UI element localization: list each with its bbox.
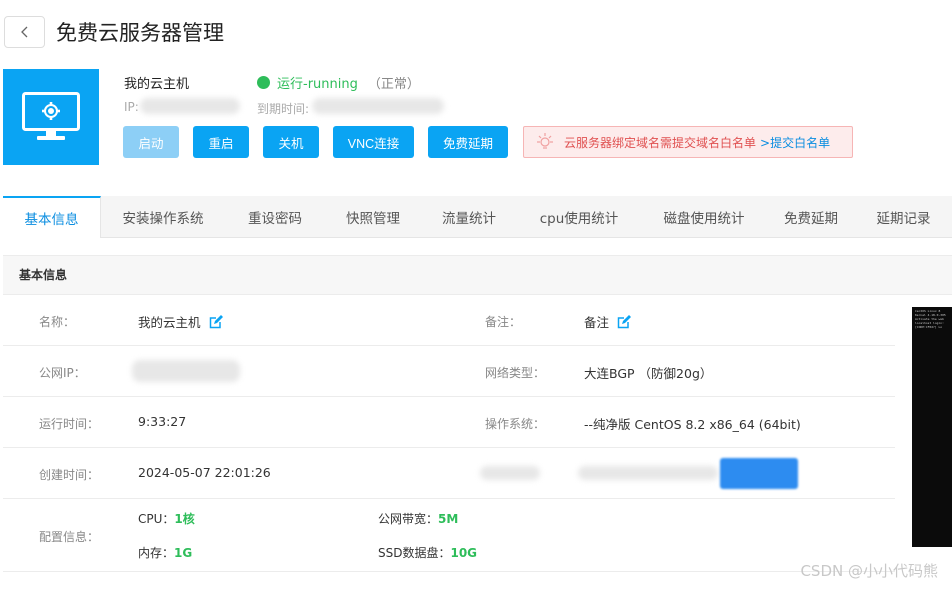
os-label: 操作系统： — [485, 417, 546, 431]
remark-label: 备注： — [485, 315, 522, 329]
lightbulb-icon — [535, 132, 555, 152]
tab-install-os[interactable]: 安装操作系统 — [101, 196, 225, 238]
status-dot-icon — [257, 76, 270, 89]
redacted-ip — [140, 98, 240, 114]
created-value: 2024-05-07 22:01:26 — [138, 465, 271, 480]
info-row-name: 名称： 我的云主机 备注： 备注 — [3, 295, 895, 346]
shutdown-button[interactable]: 关机 — [263, 126, 319, 158]
public-ip-label: 公网IP： — [39, 366, 86, 380]
info-row-config: 配置信息： CPU：1核 公网带宽：5M 内存：1G SSD数据盘：10G — [3, 499, 895, 572]
server-name: 我的云主机 — [124, 77, 190, 92]
redacted-button[interactable] — [720, 458, 798, 489]
domain-whitelist-notice: 云服务器绑定域名需提交域名白名单 >提交白名单 — [523, 126, 853, 158]
memory-label: 内存： — [138, 546, 175, 560]
notice-text: 云服务器绑定域名需提交域名白名单 — [564, 135, 757, 150]
bandwidth-value: 5M — [438, 512, 459, 526]
remark-value-wrap: 备注 — [584, 312, 631, 331]
tab-snapshot[interactable]: 快照管理 — [325, 196, 421, 238]
disk-label: SSD数据盘： — [378, 546, 451, 560]
tab-disk-stats[interactable]: 磁盘使用统计 — [641, 196, 767, 238]
cpu-value: 1核 — [174, 512, 195, 526]
section-title: 基本信息 — [3, 255, 952, 295]
server-monitor-icon — [3, 69, 99, 165]
tab-cpu-stats[interactable]: cpu使用统计 — [517, 196, 641, 238]
start-button[interactable]: 启动 — [123, 126, 179, 158]
bandwidth-spec: 公网带宽：5M — [378, 510, 458, 527]
disk-spec: SSD数据盘：10G — [378, 544, 477, 561]
page: 免费云服务器管理 我的云主机 运行-running （正常） IP: 到期时间:… — [0, 0, 952, 591]
free-extend-button[interactable]: 免费延期 — [428, 126, 508, 158]
name-value-wrap: 我的云主机 — [138, 312, 223, 331]
tab-free-extend[interactable]: 免费延期 — [767, 196, 855, 238]
edit-remark-icon[interactable] — [617, 315, 631, 329]
server-status: 运行-running （正常） — [257, 73, 420, 92]
memory-value: 1G — [174, 546, 193, 560]
memory-spec: 内存：1G — [138, 544, 192, 561]
redacted-label — [480, 466, 540, 480]
tab-reset-password[interactable]: 重设密码 — [225, 196, 325, 238]
status-text: 运行-running — [277, 77, 358, 92]
uptime-value: 9:33:27 — [138, 414, 187, 429]
back-button[interactable] — [4, 16, 45, 48]
tab-extend-records[interactable]: 延期记录 — [855, 196, 952, 238]
config-label: 配置信息： — [39, 530, 100, 544]
info-row-uptime: 运行时间： 9:33:27 操作系统： --纯净版 CentOS 8.2 x86… — [3, 397, 895, 448]
submit-whitelist-link[interactable]: >提交白名单 — [760, 134, 830, 151]
vnc-connect-button[interactable]: VNC连接 — [333, 126, 414, 158]
edit-name-icon[interactable] — [209, 315, 223, 329]
watermark: CSDN @小小代码熊 — [800, 562, 938, 580]
status-note: （正常） — [367, 77, 420, 92]
chevron-left-icon — [20, 26, 27, 38]
name-value: 我的云主机 — [138, 315, 201, 330]
network-value: 大连BGP （防御20g） — [584, 366, 713, 381]
os-value: --纯净版 CentOS 8.2 x86_64 (64bit) — [584, 417, 801, 432]
tab-bar: 基本信息 安装操作系统 重设密码 快照管理 流量统计 cpu使用统计 磁盘使用统… — [3, 196, 952, 238]
terminal-line: [CODE:CF02?] Lo — [915, 325, 943, 329]
page-title: 免费云服务器管理 — [56, 21, 224, 45]
redacted-expire-time — [312, 98, 444, 114]
created-label: 创建时间： — [39, 468, 100, 482]
tab-traffic-stats[interactable]: 流量统计 — [421, 196, 517, 238]
tab-basic-info[interactable]: 基本信息 — [3, 196, 101, 238]
cpu-spec: CPU：1核 — [138, 510, 195, 527]
redacted-value — [578, 466, 718, 480]
uptime-label: 运行时间： — [39, 417, 100, 431]
disk-value: 10G — [450, 546, 478, 560]
restart-button[interactable]: 重启 — [193, 126, 249, 158]
action-bar: 启动 重启 关机 VNC连接 免费延期 — [123, 126, 522, 158]
vnc-terminal-preview[interactable]: CentOS Linux 8 Kernel 4.18.0-305 Activat… — [912, 307, 952, 547]
bandwidth-label: 公网带宽： — [378, 512, 439, 526]
remark-value: 备注 — [584, 315, 610, 330]
redacted-public-ip — [132, 360, 240, 382]
ip-label: IP: — [124, 100, 139, 114]
name-label: 名称： — [39, 315, 76, 329]
expire-label: 到期时间: — [257, 102, 310, 116]
network-label: 网络类型： — [485, 366, 546, 380]
cpu-label: CPU： — [138, 512, 175, 526]
